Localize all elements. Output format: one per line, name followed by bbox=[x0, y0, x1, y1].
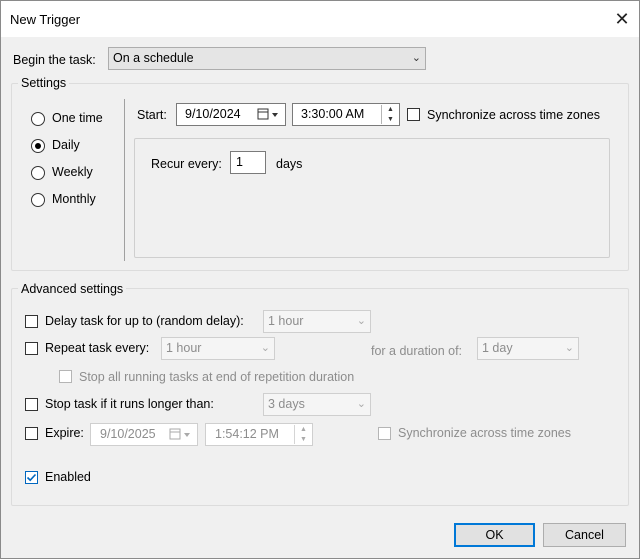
begin-task-select[interactable]: On a schedule ⌄ bbox=[108, 47, 426, 70]
expire-sync-label: Synchronize across time zones bbox=[398, 426, 571, 440]
start-label: Start: bbox=[137, 108, 167, 122]
chevron-down-icon: ⌄ bbox=[260, 342, 270, 354]
spin-up-icon[interactable]: ▲ bbox=[382, 105, 399, 115]
title-bar: New Trigger ✕ bbox=[1, 1, 639, 37]
chevron-down-icon: ⌄ bbox=[356, 315, 366, 327]
delay-value: 1 hour bbox=[268, 314, 304, 328]
recur-label: Recur every: bbox=[151, 157, 222, 171]
expire-date-picker[interactable]: 9/10/2025 bbox=[90, 423, 198, 446]
settings-divider bbox=[124, 99, 125, 261]
sync-timezones-label: Synchronize across time zones bbox=[427, 108, 600, 122]
delay-select[interactable]: 1 hour ⌄ bbox=[263, 310, 371, 333]
enabled-label: Enabled bbox=[45, 470, 91, 484]
expire-time-value: 1:54:12 PM bbox=[215, 427, 279, 441]
recur-unit: days bbox=[276, 157, 303, 171]
expire-checkbox[interactable] bbox=[25, 427, 38, 440]
radio-monthly-label: Monthly bbox=[52, 192, 96, 206]
stop-longer-checkbox[interactable] bbox=[25, 398, 38, 411]
spin-down-icon[interactable]: ▼ bbox=[382, 115, 399, 125]
start-time-input[interactable]: 3:30:00 AM ▲ ▼ bbox=[292, 103, 400, 126]
calendar-icon[interactable] bbox=[257, 104, 281, 132]
chevron-down-icon: ⌄ bbox=[356, 398, 366, 410]
duration-label: for a duration of: bbox=[371, 344, 463, 358]
repeat-select[interactable]: 1 hour ⌄ bbox=[161, 337, 275, 360]
begin-task-value: On a schedule bbox=[113, 51, 194, 65]
repeat-value: 1 hour bbox=[166, 341, 202, 355]
radio-monthly[interactable] bbox=[31, 193, 45, 207]
start-date-picker[interactable]: 9/10/2024 bbox=[176, 103, 286, 126]
spin-down-icon[interactable]: ▼ bbox=[295, 435, 312, 445]
time-spinner[interactable]: ▲ ▼ bbox=[381, 105, 399, 124]
expire-date-value: 9/10/2025 bbox=[100, 427, 156, 441]
radio-daily-label: Daily bbox=[52, 138, 80, 152]
advanced-legend: Advanced settings bbox=[18, 282, 127, 296]
radio-selected-dot bbox=[35, 143, 41, 149]
stop-longer-label: Stop task if it runs longer than: bbox=[45, 397, 214, 411]
new-trigger-dialog: New Trigger ✕ Begin the task: On a sched… bbox=[0, 0, 640, 559]
expire-label: Expire: bbox=[45, 426, 84, 440]
sync-timezones-checkbox[interactable] bbox=[407, 108, 420, 121]
stop-longer-select[interactable]: 3 days ⌄ bbox=[263, 393, 371, 416]
expire-sync-checkbox[interactable] bbox=[378, 427, 391, 440]
expire-time-input[interactable]: 1:54:12 PM ▲ ▼ bbox=[205, 423, 313, 446]
check-icon bbox=[26, 473, 37, 482]
dialog-title: New Trigger bbox=[10, 12, 81, 27]
start-time-value: 3:30:00 AM bbox=[301, 107, 365, 121]
calendar-icon[interactable] bbox=[169, 424, 193, 452]
close-icon[interactable]: ✕ bbox=[609, 7, 635, 31]
start-date-value: 9/10/2024 bbox=[185, 107, 241, 121]
radio-one-time-label: One time bbox=[52, 111, 103, 125]
radio-one-time[interactable] bbox=[31, 112, 45, 126]
cancel-button[interactable]: Cancel bbox=[543, 523, 626, 547]
recur-panel bbox=[134, 138, 610, 258]
recur-input[interactable]: 1 bbox=[230, 151, 266, 174]
radio-weekly[interactable] bbox=[31, 166, 45, 180]
delay-checkbox[interactable] bbox=[25, 315, 38, 328]
repeat-checkbox[interactable] bbox=[25, 342, 38, 355]
stop-longer-value: 3 days bbox=[268, 397, 305, 411]
duration-select[interactable]: 1 day ⌄ bbox=[477, 337, 579, 360]
repeat-label: Repeat task every: bbox=[45, 341, 150, 355]
duration-value: 1 day bbox=[482, 341, 513, 355]
ok-button[interactable]: OK bbox=[454, 523, 535, 547]
recur-value: 1 bbox=[236, 155, 243, 169]
radio-daily[interactable] bbox=[31, 139, 45, 153]
radio-weekly-label: Weekly bbox=[52, 165, 93, 179]
chevron-down-icon: ⌄ bbox=[564, 342, 574, 354]
spin-up-icon[interactable]: ▲ bbox=[295, 425, 312, 435]
stop-all-label: Stop all running tasks at end of repetit… bbox=[79, 370, 355, 384]
begin-task-label: Begin the task: bbox=[13, 53, 96, 67]
enabled-checkbox[interactable] bbox=[25, 471, 38, 484]
settings-legend: Settings bbox=[18, 76, 70, 90]
chevron-down-icon: ⌄ bbox=[411, 52, 421, 64]
stop-all-checkbox[interactable] bbox=[59, 370, 72, 383]
delay-label: Delay task for up to (random delay): bbox=[45, 314, 244, 328]
time-spinner[interactable]: ▲ ▼ bbox=[294, 425, 312, 444]
